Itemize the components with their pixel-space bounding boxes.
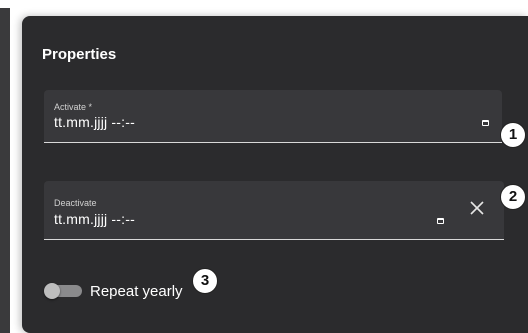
- calendar-icon[interactable]: [482, 120, 489, 126]
- calendar-icon[interactable]: [437, 218, 444, 224]
- panel-title: Properties: [42, 46, 117, 63]
- screen: Properties Activate * tt.mm.jjjj --:-- D…: [0, 0, 528, 333]
- activate-field[interactable]: Activate * tt.mm.jjjj --:--: [44, 90, 502, 143]
- deactivate-label: Deactivate: [54, 198, 97, 208]
- activate-label: Activate *: [54, 102, 93, 112]
- repeat-yearly-label[interactable]: Repeat yearly: [90, 283, 183, 300]
- deactivate-field[interactable]: Deactivate tt.mm.jjjj --:--: [44, 181, 504, 240]
- toggle-thumb: [44, 283, 60, 299]
- activate-input[interactable]: tt.mm.jjjj --:--: [54, 114, 135, 130]
- annotation-badge-1: 1: [500, 122, 526, 148]
- deactivate-input[interactable]: tt.mm.jjjj --:--: [54, 211, 135, 227]
- close-icon[interactable]: [468, 199, 486, 217]
- repeat-yearly-toggle[interactable]: [44, 283, 82, 299]
- annotation-badge-3: 3: [192, 268, 218, 294]
- background-window-edge: [0, 8, 10, 333]
- annotation-badge-2: 2: [500, 184, 526, 210]
